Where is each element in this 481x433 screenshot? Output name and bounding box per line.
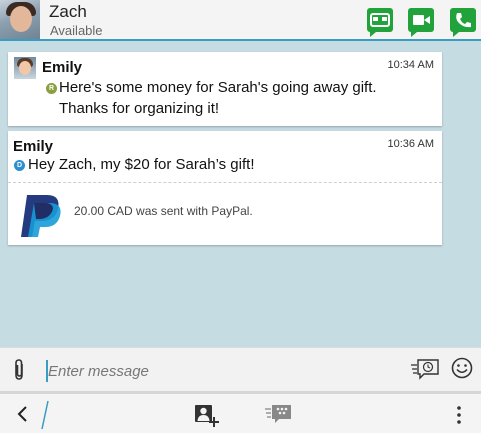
- paperclip-icon[interactable]: [12, 358, 26, 382]
- more-options-icon[interactable]: [455, 405, 463, 425]
- timed-message-icon[interactable]: [410, 357, 440, 381]
- message-text: Here's some money for Sarah's going away…: [59, 79, 377, 96]
- separator-slash: [41, 400, 49, 430]
- video-call-icon: [413, 15, 430, 25]
- sender-avatar: [14, 57, 36, 79]
- divider: [8, 182, 442, 183]
- phone-call-button[interactable]: [450, 8, 476, 37]
- avatar-face: [19, 61, 31, 75]
- delivered-status-icon: R: [46, 83, 57, 94]
- avatar-face: [10, 6, 32, 32]
- message-text-line2: Thanks for organizing it!: [59, 100, 220, 117]
- message-input[interactable]: [48, 361, 388, 381]
- sender-name: Emily: [13, 138, 54, 155]
- bottom-action-bar: [0, 391, 481, 433]
- back-icon[interactable]: [16, 404, 30, 424]
- video-call-button[interactable]: [408, 8, 434, 37]
- bbm-chat-icon[interactable]: [264, 404, 292, 426]
- delivered-status-icon: D: [14, 160, 25, 171]
- bbm-video-mask-icon: [370, 13, 390, 27]
- message-time: 10:36 AM: [387, 138, 434, 150]
- message-composer: [0, 347, 481, 391]
- message-bubble[interactable]: Emily 10:34 AM R Here's some money for S…: [8, 52, 442, 126]
- smiley-icon[interactable]: [451, 357, 473, 379]
- payment-confirmation: 20.00 CAD was sent with PayPal.: [74, 204, 253, 218]
- paypal-logo-icon: [21, 195, 61, 237]
- contact-name[interactable]: Zach: [49, 2, 87, 22]
- message-time: 10:34 AM: [387, 59, 434, 71]
- phone-call-icon: [456, 13, 471, 28]
- contact-avatar[interactable]: [0, 0, 40, 39]
- bbm-video-mask-button[interactable]: [367, 8, 393, 37]
- add-participant-icon[interactable]: [194, 404, 220, 428]
- message-bubble[interactable]: Emily 10:36 AM D Hey Zach, my $20 for Sa…: [8, 131, 442, 245]
- sender-name: Emily: [42, 59, 83, 76]
- chat-header: Zach Available: [0, 0, 481, 41]
- message-text: Hey Zach, my $20 for Sarah’s gift!: [28, 156, 255, 173]
- contact-status: Available: [50, 23, 103, 38]
